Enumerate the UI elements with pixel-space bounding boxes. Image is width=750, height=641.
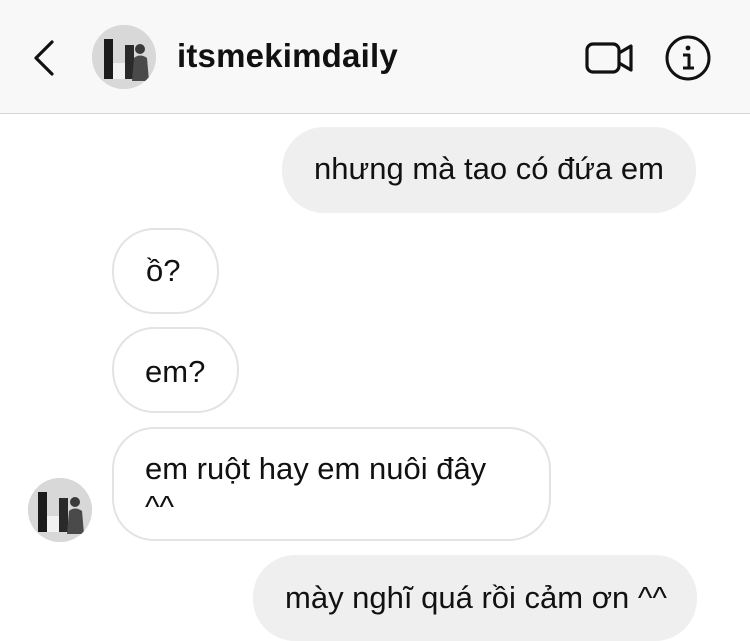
message-bubble-received[interactable]: em? [112,327,239,413]
message-line: em ruột hay em nuôi đây [145,451,487,486]
message-thread: nhưng mà tao có đứa em ồ? em? em ruột ha… [0,115,750,641]
avatar[interactable] [92,25,156,89]
message-bubble-sent[interactable]: nhưng mà tao có đứa em [282,127,696,213]
sender-avatar[interactable] [28,478,92,542]
message-bubble-sent[interactable]: mày nghĩ quá rồi cảm ơn ^^ [253,555,697,641]
message-bubble-received[interactable]: ồ? [112,228,219,314]
chat-header: itsmekimdaily [0,0,750,114]
info-icon[interactable] [664,34,712,82]
video-camera-icon[interactable] [584,36,636,80]
avatar-image [28,478,92,542]
message-line: ^^ [145,489,175,524]
avatar-image [92,25,156,89]
chat-username[interactable]: itsmekimdaily [177,37,398,75]
chevron-left-icon[interactable] [30,38,60,78]
message-bubble-received[interactable]: em ruột hay em nuôi đây ^^ [112,427,551,541]
